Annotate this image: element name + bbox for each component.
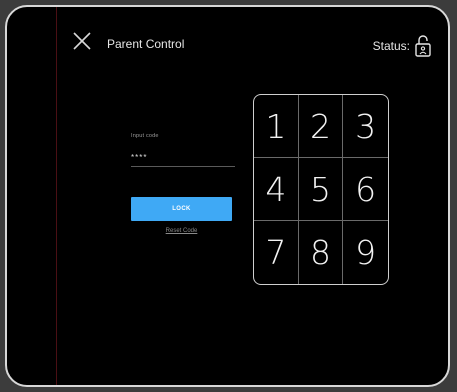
status-indicator: Status: <box>373 34 432 58</box>
key-8[interactable]: 8 <box>299 221 344 284</box>
key-5[interactable]: 5 <box>298 158 344 221</box>
code-input[interactable] <box>131 149 235 167</box>
key-4[interactable]: 4 <box>254 158 299 221</box>
screen-edge-line <box>56 7 57 385</box>
keypad: 1 2 3 4 5 6 7 8 9 <box>253 94 389 285</box>
unlocked-padlock-icon <box>415 35 431 57</box>
key-6[interactable]: 6 <box>343 158 388 221</box>
key-2[interactable]: 2 <box>298 95 344 158</box>
close-icon[interactable] <box>71 30 93 52</box>
input-code-label: Input code <box>131 133 159 139</box>
reset-code-link[interactable]: Reset Code <box>131 228 232 234</box>
key-7[interactable]: 7 <box>254 221 299 284</box>
key-3[interactable]: 3 <box>343 95 388 158</box>
lock-button[interactable]: LOCK <box>131 197 232 221</box>
key-1[interactable]: 1 <box>254 95 299 158</box>
device-screen: Parent Control Status: Input code LOCK R… <box>5 5 450 387</box>
key-9[interactable]: 9 <box>343 221 388 284</box>
page-title: Parent Control <box>107 37 185 51</box>
status-label: Status: <box>372 39 410 53</box>
